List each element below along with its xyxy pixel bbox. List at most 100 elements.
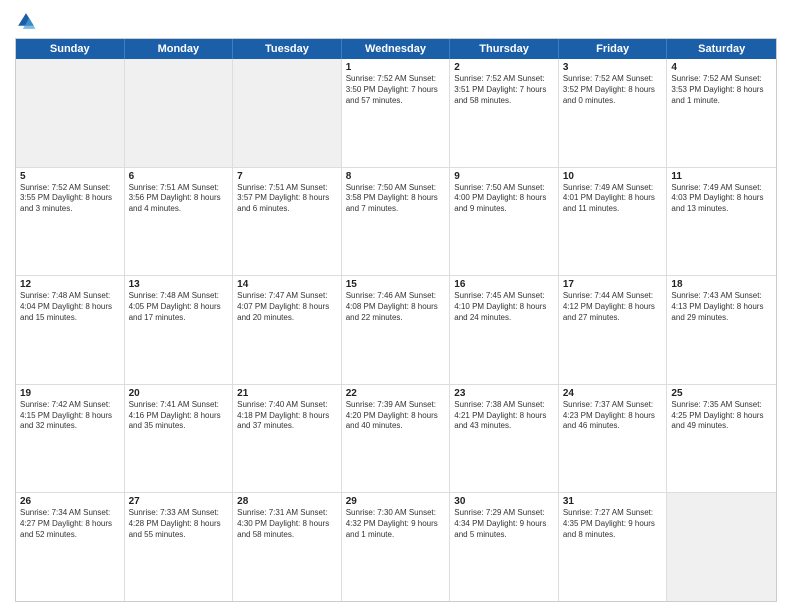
- day-cell-11: 11Sunrise: 7:49 AM Sunset: 4:03 PM Dayli…: [667, 168, 776, 276]
- day-number: 30: [454, 496, 554, 507]
- day-cell-29: 29Sunrise: 7:30 AM Sunset: 4:32 PM Dayli…: [342, 493, 451, 601]
- page: SundayMondayTuesdayWednesdayThursdayFrid…: [0, 0, 792, 612]
- day-cell-6: 6Sunrise: 7:51 AM Sunset: 3:56 PM Daylig…: [125, 168, 234, 276]
- day-number: 12: [20, 279, 120, 290]
- day-number: 15: [346, 279, 446, 290]
- day-info: Sunrise: 7:41 AM Sunset: 4:16 PM Dayligh…: [129, 400, 229, 432]
- day-info: Sunrise: 7:52 AM Sunset: 3:53 PM Dayligh…: [671, 74, 772, 106]
- day-cell-20: 20Sunrise: 7:41 AM Sunset: 4:16 PM Dayli…: [125, 385, 234, 493]
- day-number: 7: [237, 171, 337, 182]
- day-number: 25: [671, 388, 772, 399]
- logo: [15, 10, 41, 32]
- day-number: 14: [237, 279, 337, 290]
- week-row-5: 26Sunrise: 7:34 AM Sunset: 4:27 PM Dayli…: [16, 493, 776, 601]
- day-info: Sunrise: 7:27 AM Sunset: 4:35 PM Dayligh…: [563, 508, 663, 540]
- day-number: 28: [237, 496, 337, 507]
- day-info: Sunrise: 7:52 AM Sunset: 3:52 PM Dayligh…: [563, 74, 663, 106]
- day-info: Sunrise: 7:50 AM Sunset: 4:00 PM Dayligh…: [454, 183, 554, 215]
- day-info: Sunrise: 7:48 AM Sunset: 4:05 PM Dayligh…: [129, 291, 229, 323]
- day-cell-8: 8Sunrise: 7:50 AM Sunset: 3:58 PM Daylig…: [342, 168, 451, 276]
- week-row-3: 12Sunrise: 7:48 AM Sunset: 4:04 PM Dayli…: [16, 276, 776, 385]
- calendar-header: SundayMondayTuesdayWednesdayThursdayFrid…: [16, 39, 776, 59]
- empty-cell: [667, 493, 776, 601]
- day-number: 23: [454, 388, 554, 399]
- day-cell-26: 26Sunrise: 7:34 AM Sunset: 4:27 PM Dayli…: [16, 493, 125, 601]
- day-info: Sunrise: 7:50 AM Sunset: 3:58 PM Dayligh…: [346, 183, 446, 215]
- day-info: Sunrise: 7:49 AM Sunset: 4:03 PM Dayligh…: [671, 183, 772, 215]
- day-info: Sunrise: 7:39 AM Sunset: 4:20 PM Dayligh…: [346, 400, 446, 432]
- day-info: Sunrise: 7:47 AM Sunset: 4:07 PM Dayligh…: [237, 291, 337, 323]
- day-cell-22: 22Sunrise: 7:39 AM Sunset: 4:20 PM Dayli…: [342, 385, 451, 493]
- day-number: 22: [346, 388, 446, 399]
- day-info: Sunrise: 7:52 AM Sunset: 3:51 PM Dayligh…: [454, 74, 554, 106]
- day-number: 26: [20, 496, 120, 507]
- day-cell-18: 18Sunrise: 7:43 AM Sunset: 4:13 PM Dayli…: [667, 276, 776, 384]
- day-number: 10: [563, 171, 663, 182]
- day-cell-9: 9Sunrise: 7:50 AM Sunset: 4:00 PM Daylig…: [450, 168, 559, 276]
- day-cell-7: 7Sunrise: 7:51 AM Sunset: 3:57 PM Daylig…: [233, 168, 342, 276]
- day-number: 13: [129, 279, 229, 290]
- day-number: 11: [671, 171, 772, 182]
- day-info: Sunrise: 7:45 AM Sunset: 4:10 PM Dayligh…: [454, 291, 554, 323]
- day-cell-28: 28Sunrise: 7:31 AM Sunset: 4:30 PM Dayli…: [233, 493, 342, 601]
- header-day-sunday: Sunday: [16, 39, 125, 59]
- day-cell-5: 5Sunrise: 7:52 AM Sunset: 3:55 PM Daylig…: [16, 168, 125, 276]
- week-row-4: 19Sunrise: 7:42 AM Sunset: 4:15 PM Dayli…: [16, 385, 776, 494]
- day-cell-14: 14Sunrise: 7:47 AM Sunset: 4:07 PM Dayli…: [233, 276, 342, 384]
- day-cell-1: 1Sunrise: 7:52 AM Sunset: 3:50 PM Daylig…: [342, 59, 451, 167]
- calendar: SundayMondayTuesdayWednesdayThursdayFrid…: [15, 38, 777, 602]
- day-number: 29: [346, 496, 446, 507]
- day-info: Sunrise: 7:46 AM Sunset: 4:08 PM Dayligh…: [346, 291, 446, 323]
- day-info: Sunrise: 7:31 AM Sunset: 4:30 PM Dayligh…: [237, 508, 337, 540]
- day-cell-30: 30Sunrise: 7:29 AM Sunset: 4:34 PM Dayli…: [450, 493, 559, 601]
- day-info: Sunrise: 7:49 AM Sunset: 4:01 PM Dayligh…: [563, 183, 663, 215]
- day-number: 19: [20, 388, 120, 399]
- day-cell-25: 25Sunrise: 7:35 AM Sunset: 4:25 PM Dayli…: [667, 385, 776, 493]
- header-day-tuesday: Tuesday: [233, 39, 342, 59]
- day-info: Sunrise: 7:51 AM Sunset: 3:57 PM Dayligh…: [237, 183, 337, 215]
- day-info: Sunrise: 7:52 AM Sunset: 3:50 PM Dayligh…: [346, 74, 446, 106]
- day-number: 8: [346, 171, 446, 182]
- week-row-1: 1Sunrise: 7:52 AM Sunset: 3:50 PM Daylig…: [16, 59, 776, 168]
- day-info: Sunrise: 7:43 AM Sunset: 4:13 PM Dayligh…: [671, 291, 772, 323]
- day-number: 16: [454, 279, 554, 290]
- day-info: Sunrise: 7:51 AM Sunset: 3:56 PM Dayligh…: [129, 183, 229, 215]
- header-day-saturday: Saturday: [667, 39, 776, 59]
- header-day-monday: Monday: [125, 39, 234, 59]
- day-number: 17: [563, 279, 663, 290]
- day-number: 4: [671, 62, 772, 73]
- day-info: Sunrise: 7:34 AM Sunset: 4:27 PM Dayligh…: [20, 508, 120, 540]
- day-number: 9: [454, 171, 554, 182]
- day-number: 18: [671, 279, 772, 290]
- day-cell-24: 24Sunrise: 7:37 AM Sunset: 4:23 PM Dayli…: [559, 385, 668, 493]
- day-info: Sunrise: 7:44 AM Sunset: 4:12 PM Dayligh…: [563, 291, 663, 323]
- day-cell-16: 16Sunrise: 7:45 AM Sunset: 4:10 PM Dayli…: [450, 276, 559, 384]
- day-number: 24: [563, 388, 663, 399]
- week-row-2: 5Sunrise: 7:52 AM Sunset: 3:55 PM Daylig…: [16, 168, 776, 277]
- header-day-friday: Friday: [559, 39, 668, 59]
- calendar-body: 1Sunrise: 7:52 AM Sunset: 3:50 PM Daylig…: [16, 59, 776, 601]
- day-cell-27: 27Sunrise: 7:33 AM Sunset: 4:28 PM Dayli…: [125, 493, 234, 601]
- day-cell-13: 13Sunrise: 7:48 AM Sunset: 4:05 PM Dayli…: [125, 276, 234, 384]
- day-cell-19: 19Sunrise: 7:42 AM Sunset: 4:15 PM Dayli…: [16, 385, 125, 493]
- day-info: Sunrise: 7:38 AM Sunset: 4:21 PM Dayligh…: [454, 400, 554, 432]
- empty-cell: [233, 59, 342, 167]
- header-day-thursday: Thursday: [450, 39, 559, 59]
- logo-icon: [15, 10, 37, 32]
- day-cell-31: 31Sunrise: 7:27 AM Sunset: 4:35 PM Dayli…: [559, 493, 668, 601]
- day-info: Sunrise: 7:42 AM Sunset: 4:15 PM Dayligh…: [20, 400, 120, 432]
- empty-cell: [16, 59, 125, 167]
- day-number: 20: [129, 388, 229, 399]
- day-cell-17: 17Sunrise: 7:44 AM Sunset: 4:12 PM Dayli…: [559, 276, 668, 384]
- day-cell-3: 3Sunrise: 7:52 AM Sunset: 3:52 PM Daylig…: [559, 59, 668, 167]
- day-info: Sunrise: 7:29 AM Sunset: 4:34 PM Dayligh…: [454, 508, 554, 540]
- day-cell-21: 21Sunrise: 7:40 AM Sunset: 4:18 PM Dayli…: [233, 385, 342, 493]
- day-info: Sunrise: 7:52 AM Sunset: 3:55 PM Dayligh…: [20, 183, 120, 215]
- day-info: Sunrise: 7:35 AM Sunset: 4:25 PM Dayligh…: [671, 400, 772, 432]
- day-number: 1: [346, 62, 446, 73]
- day-number: 5: [20, 171, 120, 182]
- day-info: Sunrise: 7:33 AM Sunset: 4:28 PM Dayligh…: [129, 508, 229, 540]
- day-info: Sunrise: 7:40 AM Sunset: 4:18 PM Dayligh…: [237, 400, 337, 432]
- day-info: Sunrise: 7:37 AM Sunset: 4:23 PM Dayligh…: [563, 400, 663, 432]
- day-cell-2: 2Sunrise: 7:52 AM Sunset: 3:51 PM Daylig…: [450, 59, 559, 167]
